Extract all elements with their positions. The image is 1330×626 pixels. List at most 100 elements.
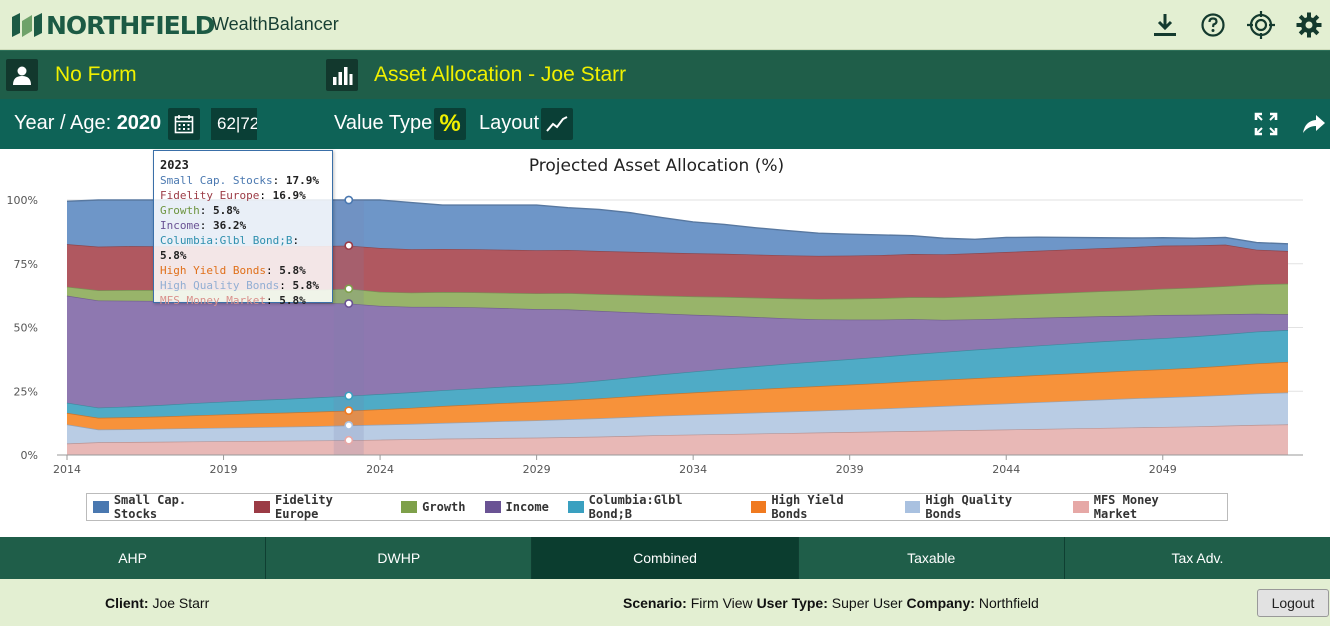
legend-label: Growth [422,500,466,514]
x-tick-label: 2039 [836,463,864,476]
legend-swatch [93,501,109,513]
legend-item[interactable]: Small Cap. Stocks [93,493,235,521]
form-bar: No Form Asset Allocation - Joe Starr [0,50,1330,99]
tooltip-row: MFS Money Market: 5.8% [160,294,306,307]
tab-combined[interactable]: Combined [532,537,799,579]
scenario-info: Scenario: Firm View User Type: Super Use… [623,595,1039,611]
legend-label: MFS Money Market [1093,493,1159,521]
tooltip-series-value: 17.9% [285,174,319,187]
legend-item[interactable]: Fidelity Europe [254,493,382,521]
fullscreen-icon[interactable] [1250,109,1282,139]
value-type-label: Value Type [334,112,433,134]
bar-chart-icon[interactable] [326,59,358,91]
client-info: Client: Joe Starr [105,595,210,611]
client-name: Joe Starr [152,595,210,611]
hover-marker [344,406,354,416]
hover-marker [344,299,354,308]
tooltip-series-label: MFS Money Market [160,294,266,307]
tab-ahp[interactable]: AHP [0,537,267,579]
year-value: 2020 [116,112,162,134]
download-icon[interactable] [1148,10,1182,40]
hover-marker [344,284,354,294]
top-header: NORTHFIELD WealthBalancer [0,0,1330,50]
tooltip-row: Fidelity Europe: 16.9% [160,189,306,202]
legend-swatch [1072,501,1089,513]
age-input[interactable]: 62|72 [211,108,257,140]
hover-marker [344,435,354,445]
tab-tax-adv[interactable]: Tax Adv. [1065,537,1330,579]
tooltip-row: Growth: 5.8% [160,204,240,217]
legend-item[interactable]: High Quality Bonds [904,493,1054,521]
tooltip-series-label: Income [160,219,200,232]
legend-swatch [567,501,584,513]
tooltip-row: High Yield Bonds: 5.8% [160,264,306,277]
layout-label: Layout [479,112,540,134]
legend-label: Fidelity Europe [275,493,333,521]
value-type-toggle[interactable]: % [434,108,466,140]
logout-button[interactable]: Logout [1257,589,1329,617]
year-age-label: Year / Age: 2020 [14,112,162,134]
tab-dwhp[interactable]: DWHP [266,537,533,579]
legend-item[interactable]: MFS Money Market [1072,493,1208,521]
logo-text: NORTHFIELD [46,10,215,40]
tooltip-series-label: High Quality Bonds [160,279,280,292]
x-tick-label: 2019 [210,463,238,476]
tooltip-row: High Quality Bonds: 5.8% [160,279,319,292]
northfield-logo-icon [12,13,42,37]
hover-band [333,200,364,455]
legend-swatch [484,501,501,513]
legend-label: Columbia:Glbl Bond;B [588,493,683,521]
legend-swatch [904,501,921,513]
legend-item[interactable]: Columbia:Glbl Bond;B [567,493,732,521]
controls-bar: Year / Age: 2020 62|72 Value Type % Layo… [0,99,1330,149]
tooltip-series-value: 16.9% [272,189,306,202]
legend-swatch [254,501,271,513]
hover-marker [344,241,354,251]
form-label[interactable]: No Form [55,63,137,87]
y-tick-label: 100% [7,194,38,207]
tooltip-series-value: 5.8% [160,249,187,262]
share-icon[interactable] [1298,109,1330,139]
line-chart-icon[interactable] [541,108,573,140]
legend-item[interactable]: Income [484,500,549,514]
y-tick-label: 50% [14,322,38,335]
tooltip-series-value: 36.2% [213,219,247,232]
gear-icon[interactable] [1292,10,1326,40]
tooltip-row: Income: 36.2% [160,219,247,232]
tooltip-series-value: 5.8% [213,204,240,217]
tooltip-series-value: 5.8% [279,294,306,307]
calendar-icon[interactable] [168,108,200,140]
x-tick-label: 2034 [679,463,707,476]
tooltip-year: 2023 [160,158,189,172]
y-tick-label: 25% [14,385,38,398]
y-tick-label: 0% [21,449,38,462]
tooltip-series-label: High Yield Bonds [160,264,266,277]
legend-swatch [401,501,418,513]
x-tick-label: 2049 [1149,463,1177,476]
tooltip-series-label: Small Cap. Stocks [160,174,273,187]
x-tick-label: 2024 [366,463,394,476]
footer: Client: Joe Starr Scenario: Firm View Us… [0,579,1330,626]
help-icon[interactable] [1196,10,1230,40]
y-tick-label: 75% [14,258,38,271]
target-icon[interactable] [1244,10,1278,40]
app-name: WealthBalancer [212,14,339,34]
legend-label: High Quality Bonds [925,493,1013,521]
tooltip-series-value: 5.8% [292,279,319,292]
user-icon[interactable] [6,59,38,91]
legend-item[interactable]: Growth [401,500,466,514]
northfield-logo: NORTHFIELD [12,10,215,40]
chart-legend: Small Cap. Stocks Fidelity Europe Growth In… [86,493,1228,521]
chart-tooltip: 2023 Small Cap. Stocks: 17.9% Fidelity Eu… [153,150,333,307]
tab-taxable[interactable]: Taxable [799,537,1065,579]
tooltip-series-value: 5.8% [279,264,306,277]
legend-label: High Yield Bonds [771,493,844,521]
tooltip-row: Columbia:Glbl Bond;B: 5.8% [160,234,300,262]
legend-label: Income [505,500,549,514]
hover-marker [344,421,354,430]
tooltip-series-label: Growth [160,204,200,217]
x-tick-label: 2029 [523,463,551,476]
tooltip-series-label: Columbia:Glbl Bond;B [160,234,293,247]
legend-item[interactable]: High Yield Bonds [750,493,886,521]
tooltip-series-label: Fidelity Europe [160,189,260,202]
